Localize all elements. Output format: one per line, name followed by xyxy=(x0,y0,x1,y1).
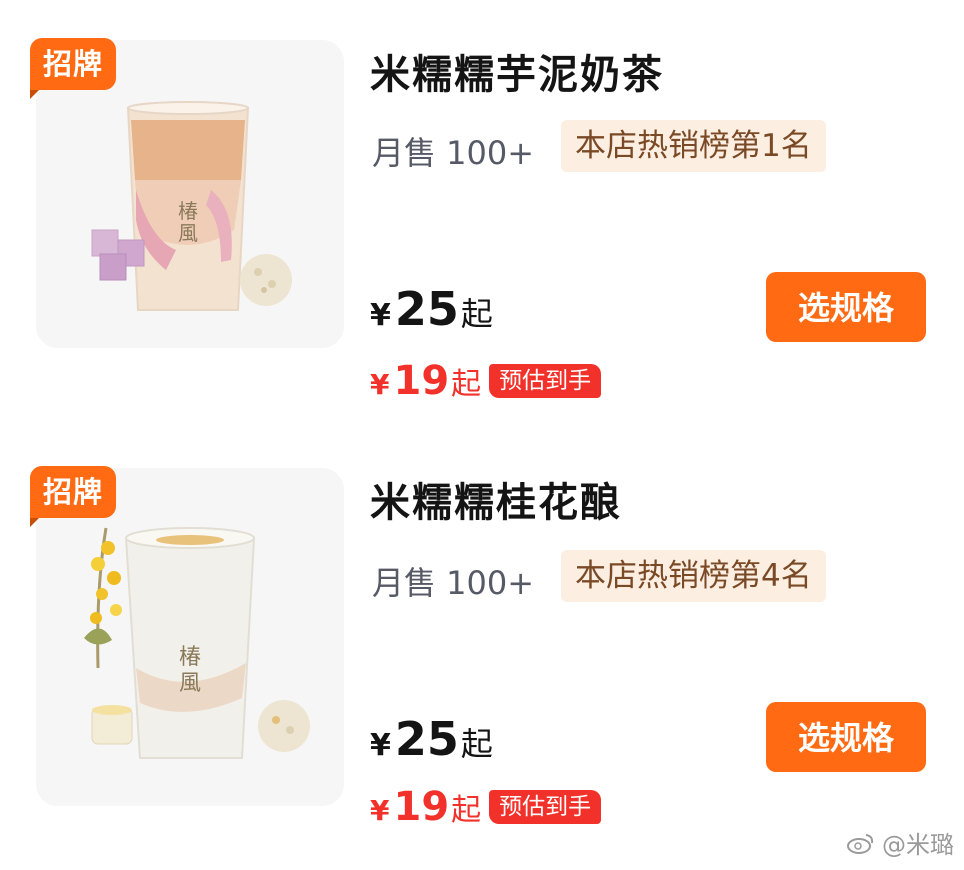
svg-text:風: 風 xyxy=(179,671,201,696)
signature-badge: 招牌 xyxy=(30,38,117,99)
product-title[interactable]: 米糯糯芋泥奶茶 xyxy=(370,42,664,100)
product-card[interactable]: 椿 風 招牌 米糯糯芋泥奶茶 月售 100+ 本店热销榜第1名 ¥25起 ¥19… xyxy=(0,0,964,430)
price-suffix: 起 xyxy=(460,725,493,763)
price: ¥25起 xyxy=(370,712,493,766)
est-price-suffix: 起 xyxy=(451,793,482,828)
estimated-tag: 预估到手 xyxy=(489,364,602,398)
price-currency: ¥ xyxy=(370,728,391,763)
est-price-value: 19 xyxy=(393,358,450,404)
monthly-sales: 月售 100+ xyxy=(372,564,535,602)
svg-text:椿: 椿 xyxy=(178,199,198,223)
rank-badge[interactable]: 本店热销榜第1名 xyxy=(561,120,826,172)
osmanthus-drink-cup-icon: 椿 風 xyxy=(36,468,344,806)
weibo-logo-icon xyxy=(847,833,874,854)
price-suffix: 起 xyxy=(460,295,493,333)
est-price-value: 19 xyxy=(393,784,450,830)
price-currency: ¥ xyxy=(370,298,391,333)
signature-badge: 招牌 xyxy=(30,466,117,527)
estimated-tag: 预估到手 xyxy=(489,790,602,824)
watermark-text: @米璐 xyxy=(882,831,954,859)
product-image[interactable]: 椿 風 xyxy=(36,468,344,806)
product-title[interactable]: 米糯糯桂花酿 xyxy=(370,470,622,528)
select-spec-button[interactable]: 选规格 xyxy=(766,272,926,342)
rank-badge[interactable]: 本店热销榜第4名 xyxy=(561,550,826,602)
svg-text:風: 風 xyxy=(178,221,198,245)
weibo-watermark: @米璐 xyxy=(846,825,954,860)
select-spec-button[interactable]: 选规格 xyxy=(766,702,926,772)
est-price-suffix: 起 xyxy=(451,367,482,402)
est-currency: ¥ xyxy=(370,368,390,401)
price: ¥25起 xyxy=(370,282,493,336)
monthly-sales: 月售 100+ xyxy=(372,134,535,172)
estimated-price: ¥19起 预估到手 xyxy=(370,784,602,830)
product-card[interactable]: 椿 風 招牌 米糯糯桂花酿 月售 100+ 本店热销榜第4名 ¥25起 ¥19起… xyxy=(0,430,964,860)
est-currency: ¥ xyxy=(370,794,390,827)
price-value: 25 xyxy=(394,282,459,336)
svg-text:椿: 椿 xyxy=(179,645,201,670)
estimated-price: ¥19起 预估到手 xyxy=(370,358,602,404)
price-value: 25 xyxy=(394,712,459,766)
